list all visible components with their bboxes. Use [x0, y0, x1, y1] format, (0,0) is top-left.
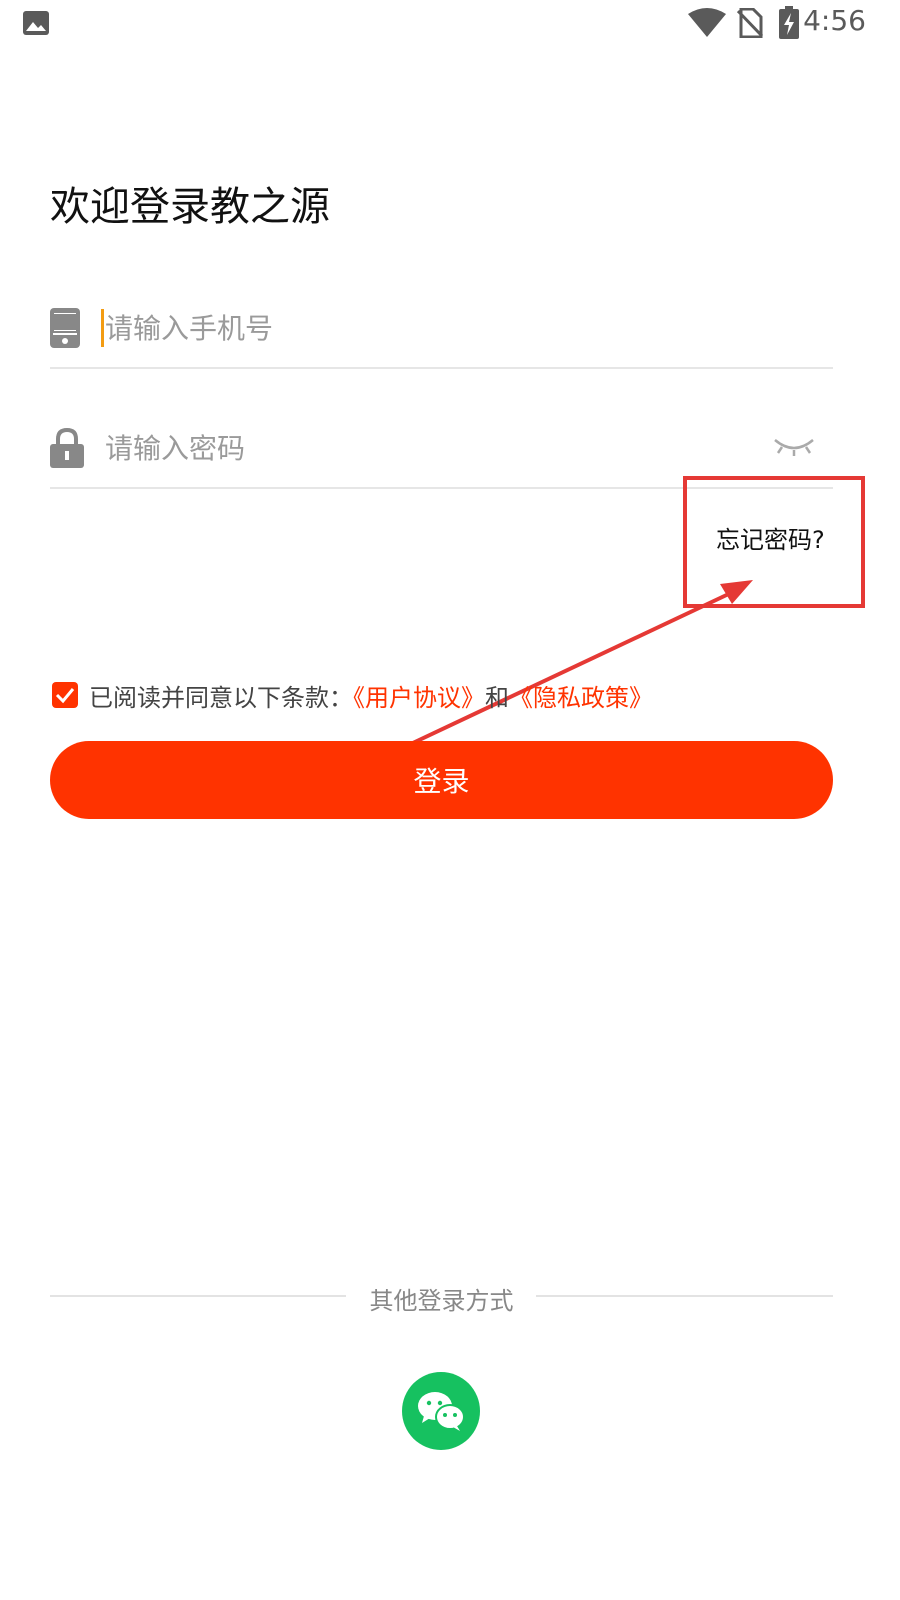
phone-field[interactable] — [50, 288, 833, 368]
check-icon — [55, 688, 75, 704]
agreement-label: 已阅读并同意以下条款： — [89, 684, 353, 712]
other-login-label: 其他登录方式 — [369, 1287, 514, 1315]
no-sim-icon — [737, 8, 763, 38]
gallery-notification-icon — [23, 11, 49, 35]
eye-closed-icon[interactable] — [772, 434, 816, 458]
agreement-text: 已阅读并同意以下条款：《用户协议》和《隐私政策》 — [89, 678, 653, 713]
wechat-login-button[interactable] — [402, 1372, 480, 1450]
login-button[interactable]: 登录 — [50, 741, 833, 819]
phone-input[interactable] — [105, 288, 755, 368]
page-title: 欢迎登录教之源 — [50, 184, 330, 230]
status-bar: 4:56 — [0, 0, 900, 50]
battery-charging-icon — [779, 6, 799, 39]
annotation-highlight-box — [683, 476, 865, 608]
password-input[interactable] — [105, 408, 755, 488]
wifi-icon — [688, 8, 726, 37]
privacy-policy-link[interactable]: 《隐私政策》 — [509, 684, 653, 712]
wechat-icon — [418, 1392, 465, 1431]
phone-divider — [50, 367, 833, 369]
agreement-and: 和 — [485, 684, 509, 712]
user-agreement-link[interactable]: 《用户协议》 — [353, 684, 485, 712]
status-time: 4:56 — [803, 4, 866, 37]
phone-icon — [50, 308, 80, 348]
lock-icon — [50, 428, 84, 468]
text-cursor — [101, 309, 104, 347]
agreement-checkbox[interactable] — [52, 682, 78, 708]
